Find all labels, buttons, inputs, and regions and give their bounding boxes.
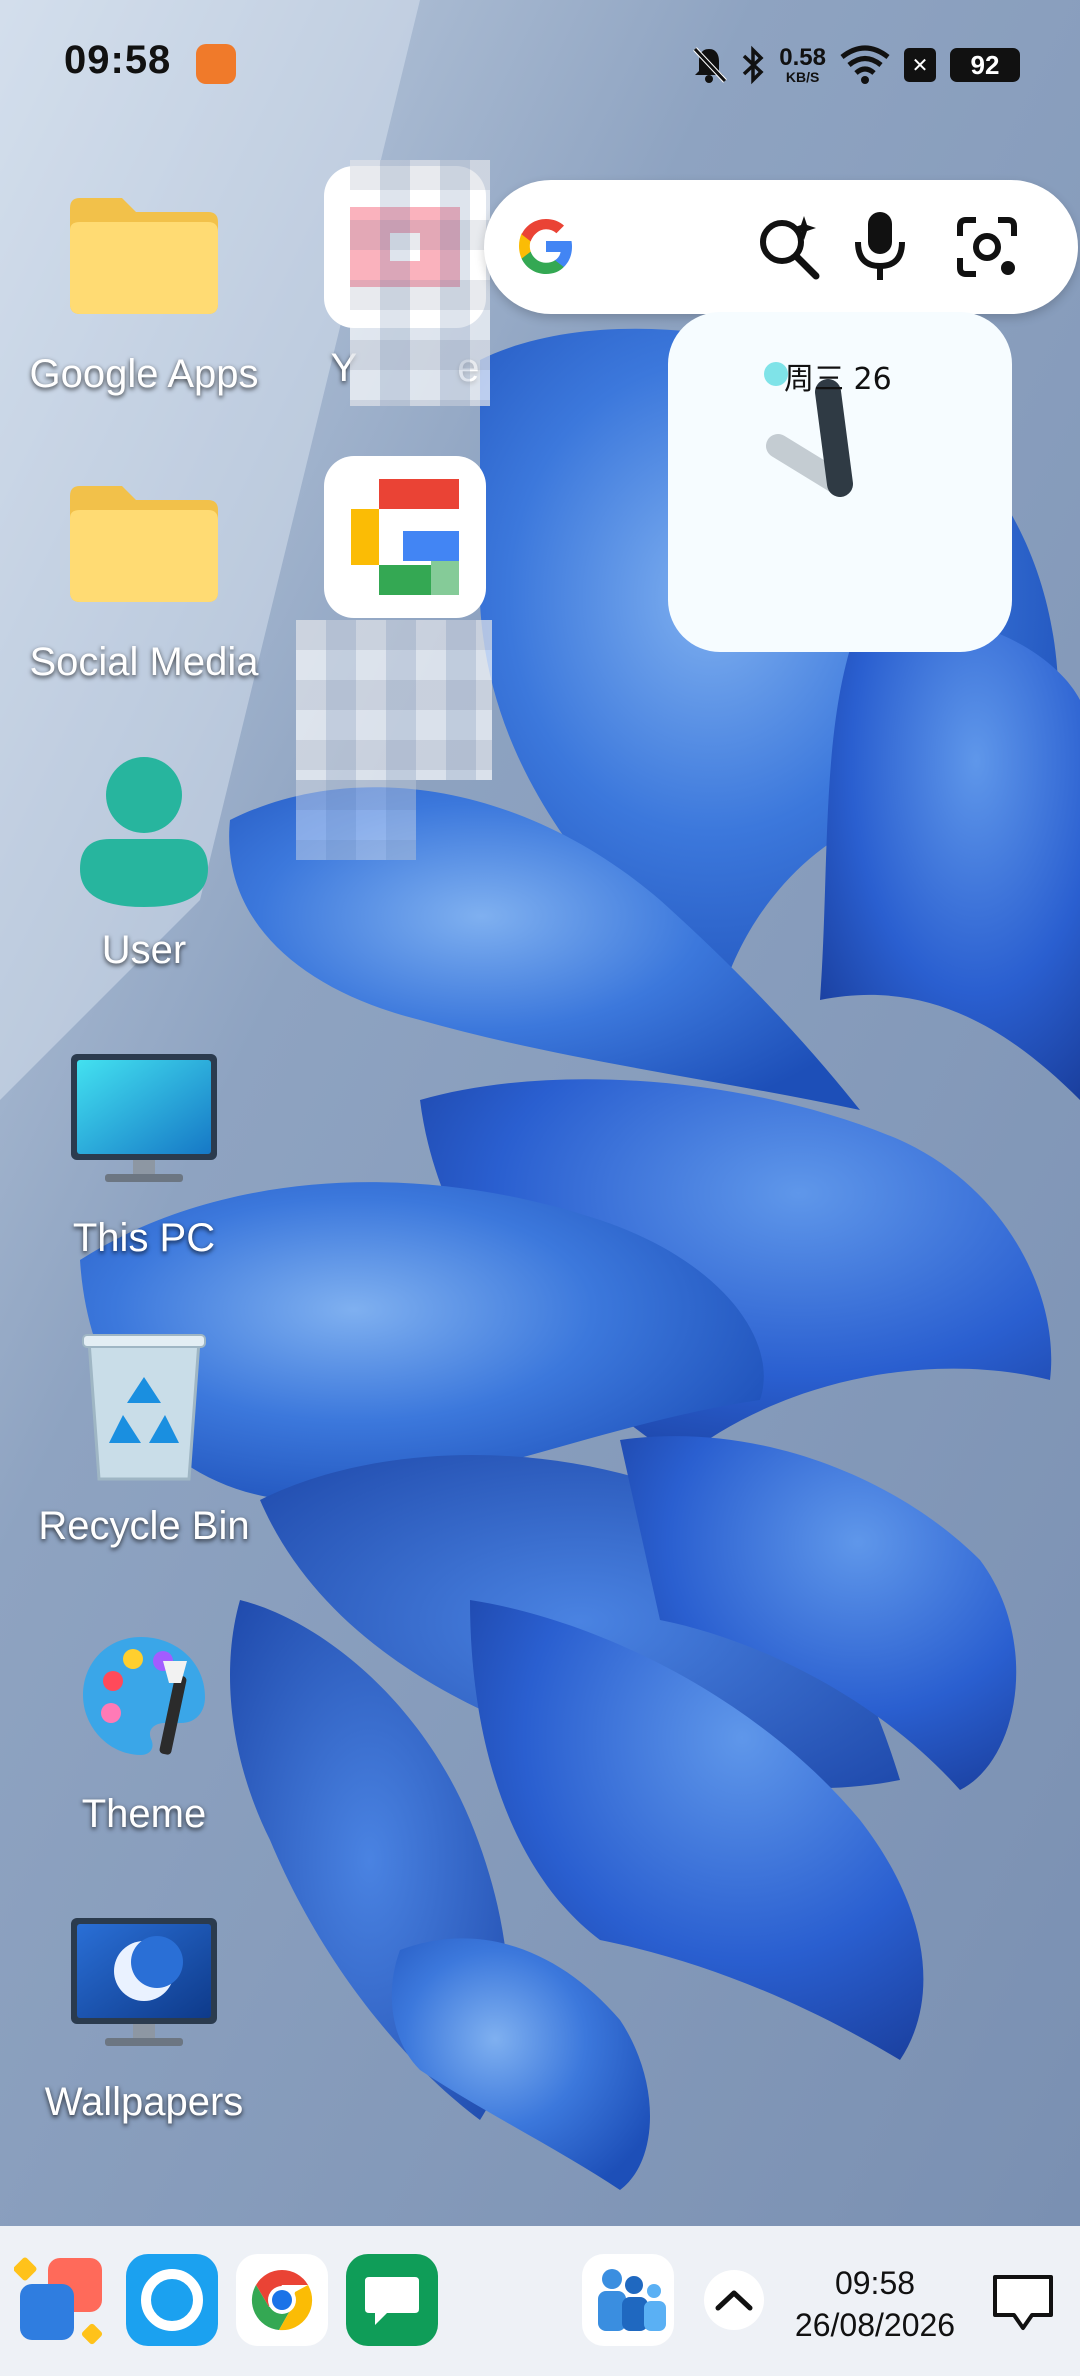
desktop-icon-label: User [101, 928, 187, 972]
battery-icon: 92 [950, 48, 1020, 82]
google-icon [324, 456, 486, 618]
desktop-user[interactable]: User [14, 752, 274, 973]
messages-icon[interactable] [346, 2254, 438, 2346]
pixelated-overlay [296, 620, 492, 780]
pinned-app-google[interactable] [320, 456, 490, 618]
wallpaper-icon [64, 1904, 224, 2064]
user-icon [64, 752, 224, 912]
desktop-icon-label: Theme [81, 1792, 207, 1836]
desktop-icon-label: Google Apps [29, 352, 259, 396]
taskbar: 09:58 26/08/2026 [0, 2226, 1080, 2376]
desktop-theme[interactable]: Theme [14, 1616, 274, 1837]
app-notification-icon [196, 44, 236, 84]
desktop-icon-label: Social Media [29, 640, 259, 684]
folder-icon [64, 176, 224, 336]
home-screen: 09:58 0.58 KB/S ✕ 92 Google Apps Social … [0, 0, 1080, 2376]
clock-date: 周三 26 [784, 362, 892, 397]
mute-bell-icon [693, 47, 728, 83]
hour-hand [815, 379, 853, 497]
taskbar-date: 26/08/2026 [794, 2307, 956, 2343]
monitor-icon [64, 1040, 224, 1200]
status-time: 09:58 [64, 38, 172, 82]
folder-icon [64, 464, 224, 624]
desktop-this-pc[interactable]: This PC [14, 1040, 274, 1261]
folder-social-media[interactable]: Social Media [14, 464, 274, 685]
desktop-recycle-bin[interactable]: Recycle Bin [14, 1328, 274, 1549]
wifi-icon [840, 45, 890, 84]
google-search-widget[interactable] [484, 180, 1078, 314]
palette-icon [64, 1616, 224, 1776]
status-icons: 0.58 KB/S ✕ 92 [691, 40, 1020, 90]
microphone-icon[interactable] [854, 210, 906, 282]
desktop-icon-label: Recycle Bin [38, 1504, 250, 1548]
google-g-icon [519, 219, 572, 274]
people-icon[interactable] [582, 2254, 674, 2346]
recycle-bin-icon [64, 1328, 224, 1488]
network-speed: 0.58 KB/S [779, 44, 826, 85]
bluetooth-icon [743, 45, 764, 85]
taskbar-time: 09:58 [834, 2265, 916, 2301]
status-bar: 09:58 0.58 KB/S ✕ 92 [0, 0, 1080, 120]
desktop-icon-label: This PC [72, 1216, 216, 1260]
lens-camera-icon[interactable] [954, 214, 1020, 280]
taskbar-clock[interactable]: 09:58 26/08/2026 [780, 2262, 970, 2346]
browser-circle-icon[interactable] [126, 2254, 218, 2346]
app-drawer-icon[interactable] [14, 2254, 106, 2346]
desktop-icon-label: Wallpapers [44, 2080, 244, 2124]
xbox-icon: ✕ [904, 48, 936, 82]
chrome-icon[interactable] [236, 2254, 328, 2346]
ai-search-icon[interactable] [756, 214, 822, 280]
folder-google-apps[interactable]: Google Apps [14, 176, 274, 397]
pixelated-overlay [350, 160, 490, 406]
notification-center-icon[interactable] [990, 2272, 1056, 2334]
desktop-wallpapers[interactable]: Wallpapers [14, 1904, 274, 2125]
pixelated-overlay [296, 780, 416, 860]
clock-widget[interactable]: 周三 26 [668, 312, 1012, 652]
chevron-up-icon[interactable] [704, 2270, 764, 2330]
